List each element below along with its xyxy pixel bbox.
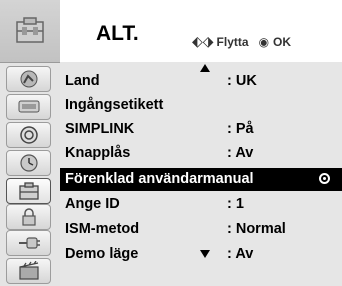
ok-button-icon: ◉ xyxy=(258,34,270,49)
current-category-header xyxy=(0,0,60,63)
menu-header: ALT. ⬖⬗ Flytta ◉ OK xyxy=(60,0,342,62)
lock-icon[interactable] xyxy=(6,204,51,230)
menu-item-land[interactable]: Land : UK xyxy=(60,70,342,93)
menu-item-label: Land xyxy=(65,73,100,89)
audio-icon[interactable] xyxy=(6,94,51,120)
menu-item-ism-method[interactable]: ISM-metod : Normal xyxy=(60,218,342,241)
navigation-hint: ⬖⬗ Flytta ◉ OK xyxy=(192,33,291,50)
options-panel: Land : UK Ingångsetikett SIMPLINK : På K… xyxy=(60,62,342,286)
menu-item-value: : UK xyxy=(227,73,257,89)
picture-icon[interactable] xyxy=(6,66,51,92)
option-icon[interactable] xyxy=(6,178,51,204)
tv-osd-menu: ALT. ⬖⬗ Flytta ◉ OK Land : UK Ingångseti… xyxy=(0,0,342,286)
menu-item-input-label[interactable]: Ingångsetikett xyxy=(60,94,342,117)
scroll-down-arrow-icon[interactable] xyxy=(200,250,210,258)
movie-icon[interactable] xyxy=(6,258,51,284)
menu-item-set-id[interactable]: Ange ID : 1 xyxy=(60,193,342,216)
menu-item-simplink[interactable]: SIMPLINK : På xyxy=(60,118,342,141)
time-icon[interactable] xyxy=(6,122,51,148)
option-icon xyxy=(16,17,44,43)
menu-item-label: Ange ID xyxy=(65,196,120,212)
ok-hint-label: OK xyxy=(273,34,292,49)
ok-radio-icon xyxy=(319,173,330,184)
menu-item-label: SIMPLINK xyxy=(65,121,135,137)
menu-item-simple-manual[interactable]: Förenklad användarmanual xyxy=(60,168,342,191)
clock-icon[interactable] xyxy=(6,150,51,176)
menu-item-label: Förenklad användarmanual xyxy=(65,171,254,187)
menu-item-value: : 1 xyxy=(227,196,244,212)
menu-item-key-lock[interactable]: Knapplås : Av xyxy=(60,142,342,165)
move-hint-label: Flytta xyxy=(216,34,249,49)
menu-item-value: : Av xyxy=(227,246,254,262)
menu-item-value: : Av xyxy=(227,145,254,161)
move-arrows-icon: ⬖⬗ xyxy=(192,33,214,49)
input-icon[interactable] xyxy=(6,230,51,256)
menu-category-column xyxy=(0,0,60,286)
page-title: ALT. xyxy=(96,22,139,45)
menu-item-label: ISM-metod xyxy=(65,221,140,237)
menu-item-label: Ingångsetikett xyxy=(65,97,164,113)
menu-item-label: Demo läge xyxy=(65,246,139,262)
menu-item-value: : Normal xyxy=(227,221,286,237)
menu-item-value: : På xyxy=(227,121,254,137)
menu-item-label: Knapplås xyxy=(65,145,131,161)
